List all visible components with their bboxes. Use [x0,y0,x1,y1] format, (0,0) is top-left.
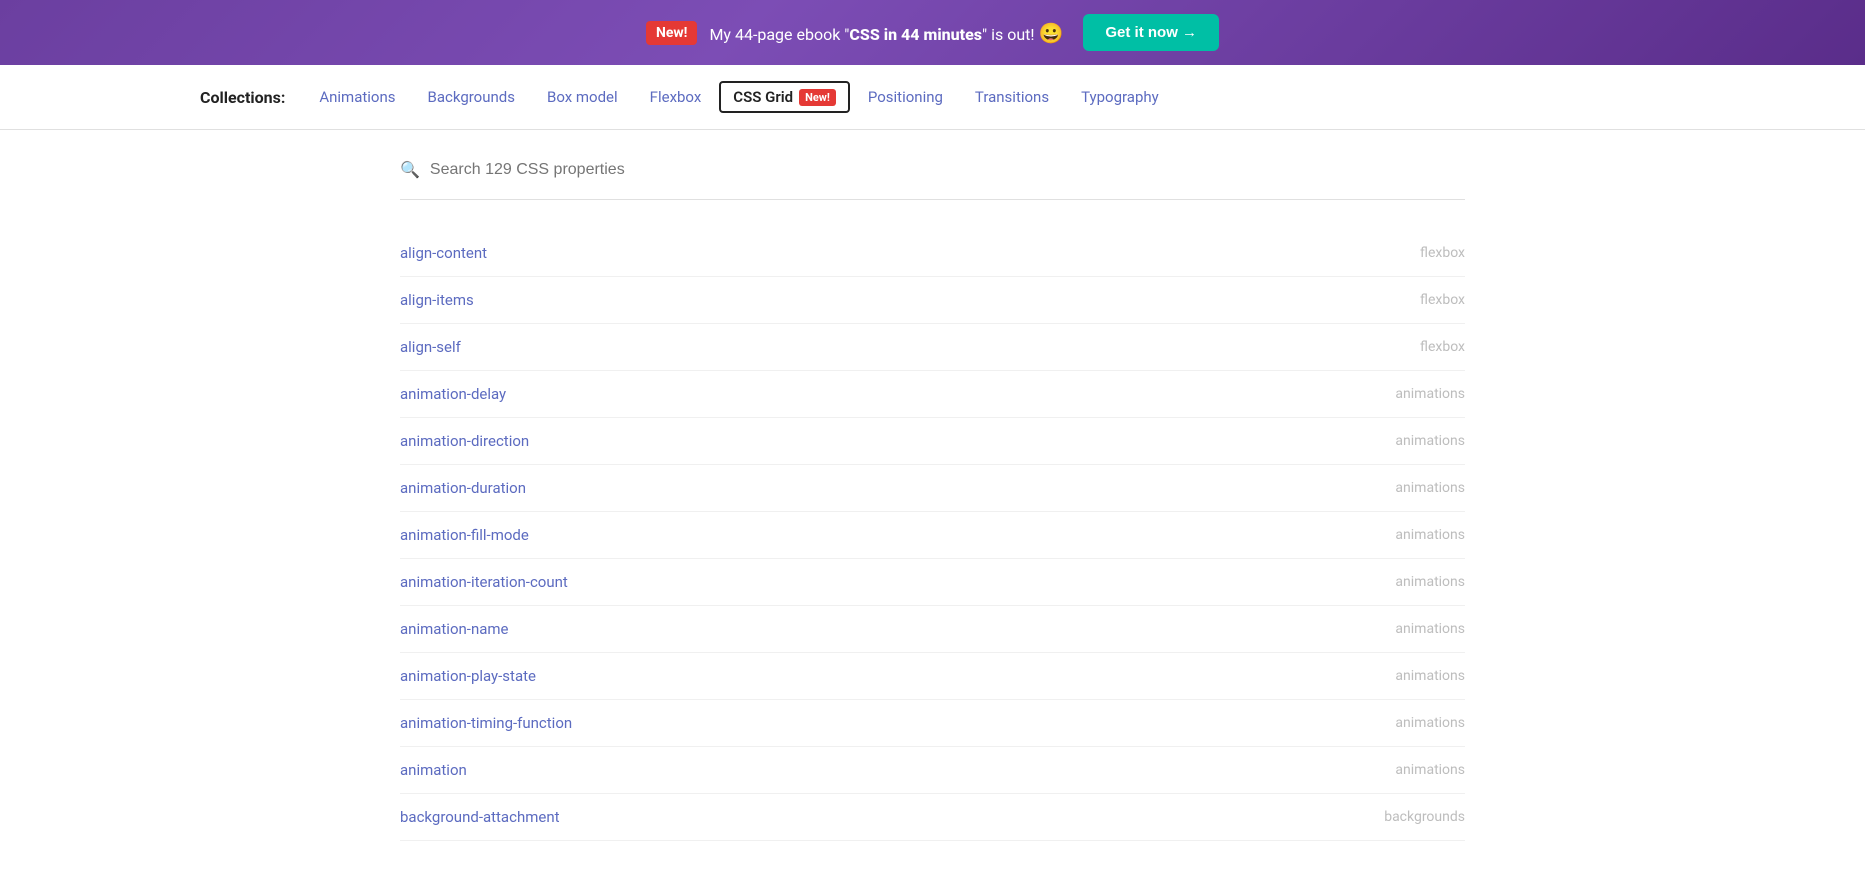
property-link-animation-iteration-count[interactable]: animation-iteration-count [400,573,568,591]
property-category: animations [1395,386,1465,402]
property-item: animation-fill-mode animations [400,512,1465,559]
property-category: flexbox [1420,339,1465,355]
nav-link-positioning[interactable]: Positioning [854,82,957,112]
property-category: animations [1395,433,1465,449]
property-link-animation-fill-mode[interactable]: animation-fill-mode [400,526,529,544]
property-category: animations [1395,527,1465,543]
property-link-animation-duration[interactable]: animation-duration [400,479,526,497]
property-list: align-content flexbox align-items flexbo… [400,230,1465,841]
nav-link-animations[interactable]: Animations [305,82,409,112]
property-item: background-attachment backgrounds [400,794,1465,841]
banner-new-badge: New! [646,21,698,45]
promo-banner: New! My 44-page ebook "CSS in 44 minutes… [0,0,1865,65]
property-item: animation-delay animations [400,371,1465,418]
nav-link-typography[interactable]: Typography [1067,82,1173,112]
property-link-animation-name[interactable]: animation-name [400,620,509,638]
property-item: animation-name animations [400,606,1465,653]
nav-new-badge: New! [799,89,836,106]
property-item: animation animations [400,747,1465,794]
property-item: animation-direction animations [400,418,1465,465]
property-item: animation-iteration-count animations [400,559,1465,606]
search-container: 🔍 [400,160,1465,200]
property-category: animations [1395,762,1465,778]
collections-label: Collections: [200,88,285,107]
property-category: animations [1395,480,1465,496]
property-link-align-content[interactable]: align-content [400,244,487,262]
property-item: align-self flexbox [400,324,1465,371]
search-icon: 🔍 [400,160,420,179]
nav-link-transitions[interactable]: Transitions [961,82,1063,112]
nav-link-css-grid[interactable]: CSS Grid New! [719,81,850,113]
nav-link-box-model[interactable]: Box model [533,82,632,112]
banner-emoji: 😀 [1038,21,1063,45]
property-link-animation-play-state[interactable]: animation-play-state [400,667,536,685]
property-category: animations [1395,621,1465,637]
property-category: animations [1395,668,1465,684]
property-category: flexbox [1420,292,1465,308]
nav-link-flexbox[interactable]: Flexbox [636,82,716,112]
nav-link-backgrounds[interactable]: Backgrounds [414,82,529,112]
property-category: flexbox [1420,245,1465,261]
property-link-align-items[interactable]: align-items [400,291,474,309]
property-link-animation-direction[interactable]: animation-direction [400,432,529,450]
search-input[interactable] [430,161,730,179]
property-category: animations [1395,715,1465,731]
property-category: animations [1395,574,1465,590]
property-link-align-self[interactable]: align-self [400,338,461,356]
main-content: 🔍 align-content flexbox align-items flex… [0,130,1865,871]
banner-text: My 44-page ebook "CSS in 44 minutes" is … [709,21,1063,45]
property-link-background-attachment[interactable]: background-attachment [400,808,560,826]
property-link-animation[interactable]: animation [400,761,467,779]
nav-links: Animations Backgrounds Box model Flexbox… [305,81,1172,113]
property-link-animation-timing-function[interactable]: animation-timing-function [400,714,572,732]
property-item: align-content flexbox [400,230,1465,277]
property-item: animation-duration animations [400,465,1465,512]
property-item: animation-timing-function animations [400,700,1465,747]
property-item: align-items flexbox [400,277,1465,324]
banner-book-title: CSS in 44 minutes [849,25,982,44]
main-nav: Collections: Animations Backgrounds Box … [0,65,1865,130]
property-item: animation-play-state animations [400,653,1465,700]
property-category: backgrounds [1384,809,1465,825]
property-link-animation-delay[interactable]: animation-delay [400,385,506,403]
get-it-now-button[interactable]: Get it now → [1083,14,1219,51]
